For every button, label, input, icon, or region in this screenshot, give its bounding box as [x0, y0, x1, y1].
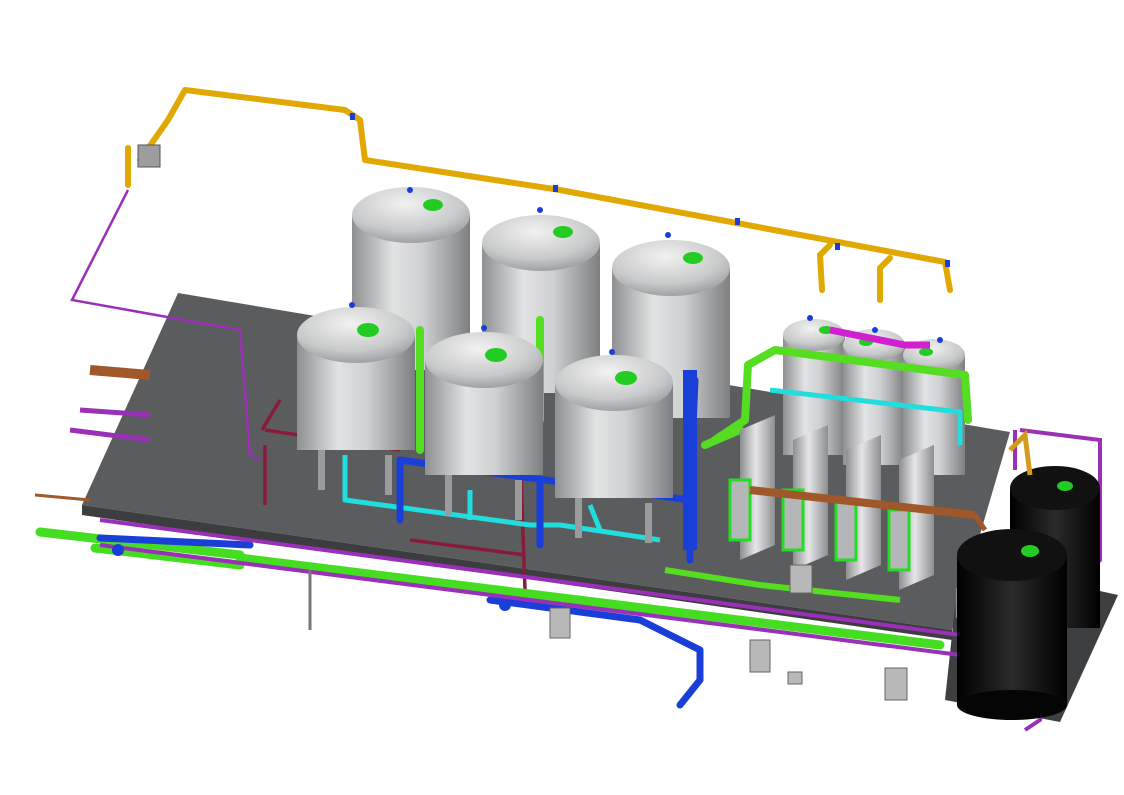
junction-box — [137, 144, 161, 168]
black-tank-front — [957, 529, 1067, 720]
control-panel-2 — [749, 639, 771, 673]
control-panel-4 — [789, 564, 813, 594]
control-panel-3 — [884, 667, 908, 701]
piping-layout-scene — [34, 87, 1118, 732]
control-panel-1 — [549, 607, 571, 639]
small-box — [787, 671, 803, 685]
